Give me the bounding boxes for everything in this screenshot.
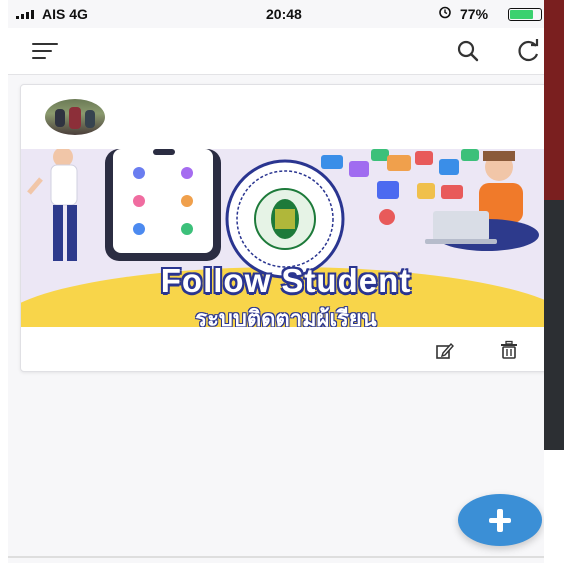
edit-icon[interactable] (435, 341, 455, 361)
banner-subtitle: ระบบติดตามผู้เรียน (195, 306, 377, 327)
post-card[interactable]: Follow Student ระบบติดตามผู้เรียน (20, 84, 544, 372)
menu-icon[interactable] (32, 43, 58, 61)
app-bar (8, 28, 544, 75)
search-icon[interactable] (454, 37, 482, 65)
banner-image: Follow Student ระบบติดตามผู้เรียน (21, 149, 544, 327)
status-bar: AIS 4G 20:48 77% (8, 0, 544, 28)
battery-icon (508, 8, 542, 21)
clock: 20:48 (266, 6, 302, 22)
battery-percent: 77% (460, 6, 489, 22)
signal-icon (16, 9, 34, 19)
phone-screen: AIS 4G 20:48 77% Follow Student ระบบติดต… (8, 0, 544, 563)
trash-icon[interactable] (499, 340, 519, 360)
refresh-icon[interactable] (514, 37, 544, 65)
battery-fill (510, 10, 534, 19)
avatar[interactable] (45, 99, 105, 135)
add-button[interactable] (458, 494, 542, 546)
card-actions (21, 329, 544, 371)
carrier-label: AIS 4G (42, 6, 88, 22)
bottom-divider (8, 556, 544, 558)
alarm-clock-icon (438, 5, 452, 22)
background-edge (544, 0, 564, 563)
banner-title: Follow Student (160, 262, 412, 299)
